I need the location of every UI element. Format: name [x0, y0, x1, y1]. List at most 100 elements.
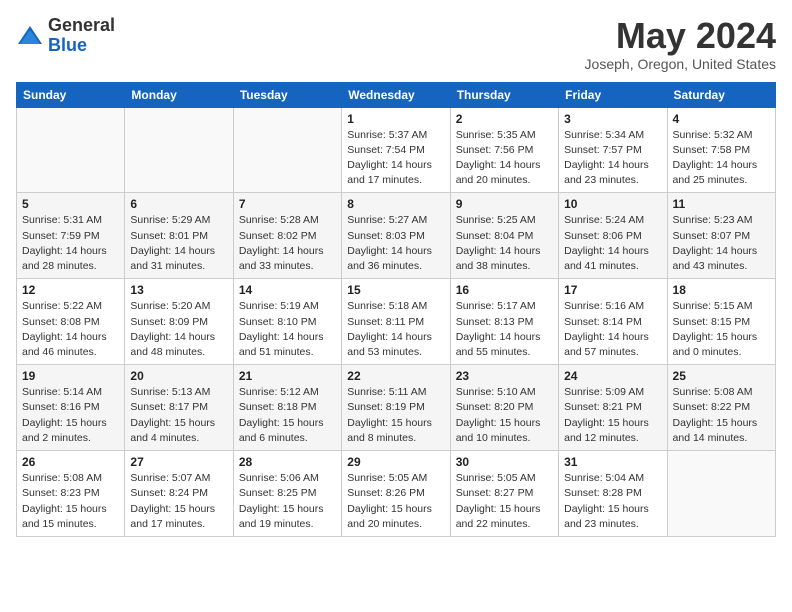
day-number: 26 — [22, 455, 119, 469]
day-number: 4 — [673, 112, 770, 126]
weekday-header-monday: Monday — [125, 82, 233, 107]
day-number: 21 — [239, 369, 336, 383]
day-number: 5 — [22, 197, 119, 211]
day-info: Sunrise: 5:31 AM Sunset: 7:59 PM Dayligh… — [22, 213, 119, 274]
calendar-cell: 30 Sunrise: 5:05 AM Sunset: 8:27 PM Dayli… — [450, 451, 558, 537]
day-info: Sunrise: 5:19 AM Sunset: 8:10 PM Dayligh… — [239, 299, 336, 360]
day-number: 1 — [347, 112, 444, 126]
calendar-cell: 28 Sunrise: 5:06 AM Sunset: 8:25 PM Dayli… — [233, 451, 341, 537]
calendar-week-1: 1 Sunrise: 5:37 AM Sunset: 7:54 PM Daylig… — [17, 107, 776, 193]
logo-icon — [16, 22, 44, 50]
day-number: 18 — [673, 283, 770, 297]
day-number: 10 — [564, 197, 661, 211]
day-info: Sunrise: 5:06 AM Sunset: 8:25 PM Dayligh… — [239, 471, 336, 532]
weekday-header-sunday: Sunday — [17, 82, 125, 107]
weekday-header-tuesday: Tuesday — [233, 82, 341, 107]
day-info: Sunrise: 5:13 AM Sunset: 8:17 PM Dayligh… — [130, 385, 227, 446]
day-number: 17 — [564, 283, 661, 297]
day-info: Sunrise: 5:32 AM Sunset: 7:58 PM Dayligh… — [673, 128, 770, 189]
day-info: Sunrise: 5:16 AM Sunset: 8:14 PM Dayligh… — [564, 299, 661, 360]
calendar-cell: 20Sunrise: 5:13 AM Sunset: 8:17 PM Dayli… — [125, 365, 233, 451]
calendar-cell: 26Sunrise: 5:08 AM Sunset: 8:23 PM Dayli… — [17, 451, 125, 537]
day-number: 31 — [564, 455, 661, 469]
weekday-header-wednesday: Wednesday — [342, 82, 450, 107]
calendar-cell: 29Sunrise: 5:05 AM Sunset: 8:26 PM Dayli… — [342, 451, 450, 537]
day-number: 23 — [456, 369, 553, 383]
day-info: Sunrise: 5:09 AM Sunset: 8:21 PM Dayligh… — [564, 385, 661, 446]
calendar-week-5: 26Sunrise: 5:08 AM Sunset: 8:23 PM Dayli… — [17, 451, 776, 537]
calendar-cell: 9 Sunrise: 5:25 AM Sunset: 8:04 PM Daylig… — [450, 193, 558, 279]
day-info: Sunrise: 5:20 AM Sunset: 8:09 PM Dayligh… — [130, 299, 227, 360]
calendar-cell: 3 Sunrise: 5:34 AM Sunset: 7:57 PM Daylig… — [559, 107, 667, 193]
day-info: Sunrise: 5:15 AM Sunset: 8:15 PM Dayligh… — [673, 299, 770, 360]
month-title: May 2024 — [585, 16, 776, 56]
calendar-cell: 12Sunrise: 5:22 AM Sunset: 8:08 PM Dayli… — [17, 279, 125, 365]
day-number: 14 — [239, 283, 336, 297]
day-info: Sunrise: 5:07 AM Sunset: 8:24 PM Dayligh… — [130, 471, 227, 532]
day-info: Sunrise: 5:29 AM Sunset: 8:01 PM Dayligh… — [130, 213, 227, 274]
day-info: Sunrise: 5:12 AM Sunset: 8:18 PM Dayligh… — [239, 385, 336, 446]
calendar-cell: 6 Sunrise: 5:29 AM Sunset: 8:01 PM Daylig… — [125, 193, 233, 279]
calendar-cell: 13 Sunrise: 5:20 AM Sunset: 8:09 PM Dayli… — [125, 279, 233, 365]
title-block: May 2024 Joseph, Oregon, United States — [585, 16, 776, 72]
day-info: Sunrise: 5:14 AM Sunset: 8:16 PM Dayligh… — [22, 385, 119, 446]
calendar-cell: 23Sunrise: 5:10 AM Sunset: 8:20 PM Dayli… — [450, 365, 558, 451]
weekday-header-saturday: Saturday — [667, 82, 775, 107]
calendar-cell: 4 Sunrise: 5:32 AM Sunset: 7:58 PM Daylig… — [667, 107, 775, 193]
calendar-cell: 2 Sunrise: 5:35 AM Sunset: 7:56 PM Daylig… — [450, 107, 558, 193]
calendar-cell: 10Sunrise: 5:24 AM Sunset: 8:06 PM Dayli… — [559, 193, 667, 279]
day-number: 15 — [347, 283, 444, 297]
day-info: Sunrise: 5:05 AM Sunset: 8:27 PM Dayligh… — [456, 471, 553, 532]
calendar-cell: 7 Sunrise: 5:28 AM Sunset: 8:02 PM Daylig… — [233, 193, 341, 279]
day-info: Sunrise: 5:28 AM Sunset: 8:02 PM Dayligh… — [239, 213, 336, 274]
day-info: Sunrise: 5:27 AM Sunset: 8:03 PM Dayligh… — [347, 213, 444, 274]
day-info: Sunrise: 5:34 AM Sunset: 7:57 PM Dayligh… — [564, 128, 661, 189]
calendar-cell — [667, 451, 775, 537]
weekday-header-thursday: Thursday — [450, 82, 558, 107]
day-number: 7 — [239, 197, 336, 211]
day-number: 29 — [347, 455, 444, 469]
calendar-cell: 31 Sunrise: 5:04 AM Sunset: 8:28 PM Dayli… — [559, 451, 667, 537]
day-number: 28 — [239, 455, 336, 469]
calendar-header: SundayMondayTuesdayWednesdayThursdayFrid… — [17, 82, 776, 107]
day-number: 11 — [673, 197, 770, 211]
calendar-cell: 11Sunrise: 5:23 AM Sunset: 8:07 PM Dayli… — [667, 193, 775, 279]
calendar-week-2: 5 Sunrise: 5:31 AM Sunset: 7:59 PM Daylig… — [17, 193, 776, 279]
day-number: 30 — [456, 455, 553, 469]
calendar-cell: 24 Sunrise: 5:09 AM Sunset: 8:21 PM Dayli… — [559, 365, 667, 451]
day-info: Sunrise: 5:35 AM Sunset: 7:56 PM Dayligh… — [456, 128, 553, 189]
day-number: 9 — [456, 197, 553, 211]
calendar-cell — [125, 107, 233, 193]
day-info: Sunrise: 5:25 AM Sunset: 8:04 PM Dayligh… — [456, 213, 553, 274]
day-number: 3 — [564, 112, 661, 126]
calendar-cell: 21 Sunrise: 5:12 AM Sunset: 8:18 PM Dayli… — [233, 365, 341, 451]
calendar-cell: 19 Sunrise: 5:14 AM Sunset: 8:16 PM Dayli… — [17, 365, 125, 451]
location-text: Joseph, Oregon, United States — [585, 56, 776, 72]
calendar-cell: 8 Sunrise: 5:27 AM Sunset: 8:03 PM Daylig… — [342, 193, 450, 279]
day-number: 8 — [347, 197, 444, 211]
day-number: 13 — [130, 283, 227, 297]
calendar-table: SundayMondayTuesdayWednesdayThursdayFrid… — [16, 82, 776, 537]
day-info: Sunrise: 5:22 AM Sunset: 8:08 PM Dayligh… — [22, 299, 119, 360]
day-number: 16 — [456, 283, 553, 297]
day-number: 19 — [22, 369, 119, 383]
day-number: 2 — [456, 112, 553, 126]
logo-general-text: General — [48, 16, 115, 36]
calendar-cell: 25Sunrise: 5:08 AM Sunset: 8:22 PM Dayli… — [667, 365, 775, 451]
day-info: Sunrise: 5:18 AM Sunset: 8:11 PM Dayligh… — [347, 299, 444, 360]
calendar-cell: 15 Sunrise: 5:18 AM Sunset: 8:11 PM Dayli… — [342, 279, 450, 365]
calendar-cell — [17, 107, 125, 193]
day-info: Sunrise: 5:37 AM Sunset: 7:54 PM Dayligh… — [347, 128, 444, 189]
day-info: Sunrise: 5:04 AM Sunset: 8:28 PM Dayligh… — [564, 471, 661, 532]
day-info: Sunrise: 5:11 AM Sunset: 8:19 PM Dayligh… — [347, 385, 444, 446]
day-info: Sunrise: 5:08 AM Sunset: 8:22 PM Dayligh… — [673, 385, 770, 446]
calendar-week-4: 19 Sunrise: 5:14 AM Sunset: 8:16 PM Dayli… — [17, 365, 776, 451]
day-number: 24 — [564, 369, 661, 383]
weekday-header-friday: Friday — [559, 82, 667, 107]
calendar-cell: 5 Sunrise: 5:31 AM Sunset: 7:59 PM Daylig… — [17, 193, 125, 279]
day-info: Sunrise: 5:17 AM Sunset: 8:13 PM Dayligh… — [456, 299, 553, 360]
day-number: 27 — [130, 455, 227, 469]
day-number: 6 — [130, 197, 227, 211]
calendar-cell: 17 Sunrise: 5:16 AM Sunset: 8:14 PM Dayli… — [559, 279, 667, 365]
calendar-week-3: 12Sunrise: 5:22 AM Sunset: 8:08 PM Dayli… — [17, 279, 776, 365]
